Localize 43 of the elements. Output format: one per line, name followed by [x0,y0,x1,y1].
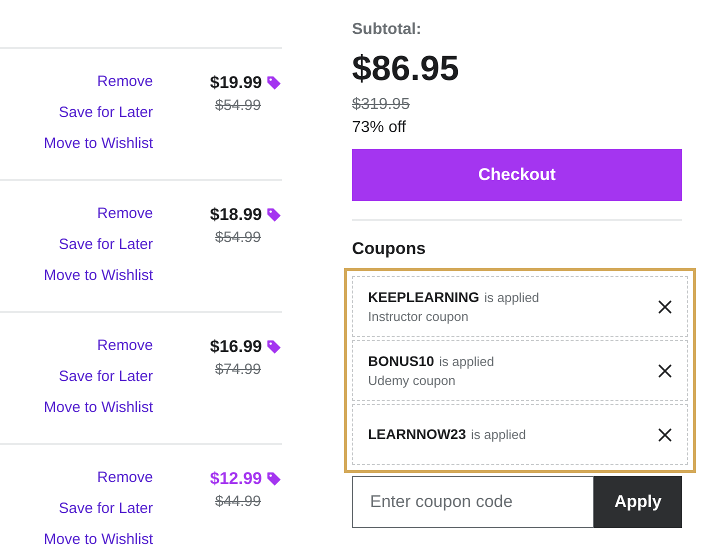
close-icon[interactable] [658,428,672,442]
cart-action-link[interactable]: Remove [97,467,153,489]
original-price: $74.99 [215,360,261,380]
close-icon[interactable] [658,364,672,378]
original-price: $54.99 [215,96,261,116]
coupons-heading: Coupons [352,238,426,260]
tag-icon [266,339,282,355]
cart-action-link[interactable]: Save for Later [58,234,153,256]
subtotal-label: Subtotal: [352,20,422,40]
original-price: $54.99 [215,228,261,248]
cart-action-link[interactable]: Move to Wishlist [44,133,153,155]
price: $19.99 [210,72,262,94]
total-price: $86.95 [352,48,460,90]
coupon-code: LEARNNOW23 [368,425,466,444]
original-price: $44.99 [215,492,261,512]
cart-action-link[interactable]: Save for Later [58,498,153,520]
cart-action-link[interactable]: Remove [97,203,153,225]
price: $18.99 [210,204,262,226]
cart-action-link[interactable]: Move to Wishlist [44,529,153,551]
coupon-type: Instructor coupon [368,308,470,326]
close-icon[interactable] [658,300,672,314]
discount-text: 73% off [352,118,406,138]
coupon-code-input[interactable]: Enter coupon code [352,476,594,528]
cart-action-link[interactable]: Move to Wishlist [44,265,153,287]
coupon-status: is applied [471,426,526,444]
original-total: $319.95 [352,95,410,115]
coupon-type: Udemy coupon [368,372,456,390]
price: $12.99 [210,468,262,490]
checkout-button[interactable]: Checkout [352,149,682,201]
cart-action-link[interactable]: Remove [97,71,153,93]
cart-action-link[interactable]: Remove [97,335,153,357]
tag-icon [266,207,282,223]
tag-icon [266,75,282,91]
coupon-code: BONUS10 [368,352,434,371]
coupon-status: is applied [439,353,494,371]
cart-action-link[interactable]: Move to Wishlist [44,397,153,419]
coupon-status: is applied [484,289,540,307]
apply-button[interactable]: Apply [594,476,682,528]
cart-action-link[interactable]: Save for Later [58,102,153,124]
coupon-code: KEEPLEARNING [368,288,480,307]
tag-icon [266,471,282,487]
cart-action-link[interactable]: Save for Later [58,366,153,388]
price: $16.99 [210,336,262,358]
